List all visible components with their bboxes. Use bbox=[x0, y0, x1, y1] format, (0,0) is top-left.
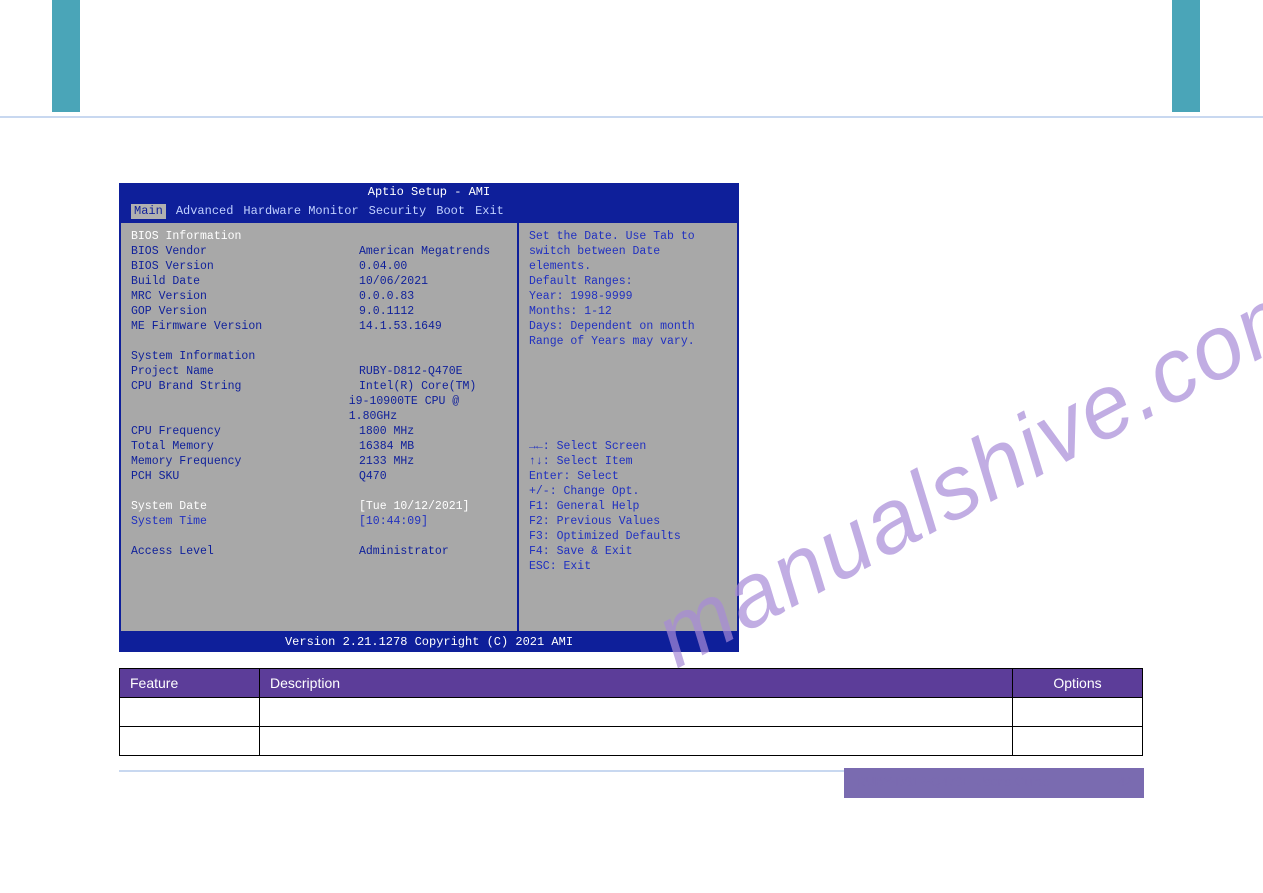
table-row: System Time Set the Time. Use Tab to swi… bbox=[120, 727, 1143, 756]
bios-value: 16384 MB bbox=[359, 439, 414, 454]
bios-value: 0.04.00 bbox=[359, 259, 407, 274]
bios-system-time-label[interactable]: System Time bbox=[131, 514, 359, 529]
bios-help-line: switch between Date elements. bbox=[529, 244, 727, 274]
col-options: Options bbox=[1013, 669, 1143, 698]
footer-copyright: Copyright © Portwell 2021 bbox=[119, 778, 270, 793]
bios-help-line: Default Ranges: bbox=[529, 274, 727, 289]
bios-help-line: Year: 1998-9999 bbox=[529, 289, 727, 304]
bios-tab-exit[interactable]: Exit bbox=[475, 204, 504, 219]
bios-label: Total Memory bbox=[131, 439, 359, 454]
header-tab-right bbox=[1172, 0, 1200, 112]
cell-opt bbox=[1013, 727, 1143, 756]
cell-desc: Set the Time. Use Tab to switch between … bbox=[260, 727, 1013, 756]
bios-value: Intel(R) Core(TM) bbox=[359, 379, 476, 394]
bios-help-line: Range of Years may vary. bbox=[529, 334, 727, 349]
bios-left-pane: BIOS Information BIOS VendorAmerican Meg… bbox=[119, 221, 519, 633]
bios-label: GOP Version bbox=[131, 304, 359, 319]
bios-system-time-value[interactable]: [10:44:09] bbox=[359, 514, 428, 529]
footer-guide-text: RUBY-D812-Q470E User's Guide bbox=[856, 774, 1049, 789]
bios-label: PCH SKU bbox=[131, 469, 359, 484]
bios-key-hint: F1: General Help bbox=[529, 499, 727, 514]
bios-value: 9.0.1112 bbox=[359, 304, 414, 319]
bios-value: 0.0.0.83 bbox=[359, 289, 414, 304]
bios-body: BIOS Information BIOS VendorAmerican Meg… bbox=[119, 221, 739, 633]
bios-menubar: Main Advanced Hardware Monitor Security … bbox=[119, 202, 739, 221]
bios-label: CPU Brand String bbox=[131, 379, 359, 394]
bios-access-value: Administrator bbox=[359, 544, 449, 559]
section-title: 3.4 Main bbox=[119, 150, 206, 176]
bios-key-hint: Enter: Select bbox=[529, 469, 727, 484]
bios-key-hint: ESC: Exit bbox=[529, 559, 727, 574]
bios-label: Memory Frequency bbox=[131, 454, 359, 469]
bios-system-date-label[interactable]: System Date bbox=[131, 499, 359, 514]
footer-guide-block: RUBY-D812-Q470E User's Guide 42 bbox=[844, 768, 1144, 798]
bios-label: Project Name bbox=[131, 364, 359, 379]
bios-tab-security[interactable]: Security bbox=[369, 204, 427, 219]
bios-heading-info: BIOS Information bbox=[131, 229, 507, 244]
bios-value: Q470 bbox=[359, 469, 387, 484]
bios-help-line: Months: 1-12 bbox=[529, 304, 727, 319]
col-feature: Feature bbox=[120, 669, 260, 698]
bios-heading-sys: System Information bbox=[131, 349, 359, 364]
cell-desc: Set the Date. Use Tab to switch between … bbox=[260, 698, 1013, 727]
bios-key-hint: F4: Save & Exit bbox=[529, 544, 727, 559]
bios-label bbox=[131, 394, 349, 424]
bios-tab-main[interactable]: Main bbox=[131, 204, 166, 219]
col-description: Description bbox=[260, 669, 1013, 698]
bios-tab-boot[interactable]: Boot bbox=[436, 204, 465, 219]
table-row: System Date Set the Date. Use Tab to swi… bbox=[120, 698, 1143, 727]
cell-feature: System Date bbox=[120, 698, 260, 727]
bios-key-hint: F2: Previous Values bbox=[529, 514, 727, 529]
bios-value: 14.1.53.1649 bbox=[359, 319, 442, 334]
bios-help-line: Set the Date. Use Tab to bbox=[529, 229, 727, 244]
bios-value: RUBY-D812-Q470E bbox=[359, 364, 463, 379]
header-rule bbox=[0, 116, 1263, 118]
bios-access-label: Access Level bbox=[131, 544, 359, 559]
bios-value: 2133 MHz bbox=[359, 454, 414, 469]
bios-key-hint: →←: Select Screen bbox=[529, 439, 727, 454]
table-header-row: Feature Description Options bbox=[120, 669, 1143, 698]
bios-value: 1800 MHz bbox=[359, 424, 414, 439]
bios-value: i9-10900TE CPU @ 1.80GHz bbox=[349, 394, 507, 424]
bios-footer: Version 2.21.1278 Copyright (C) 2021 AMI bbox=[119, 633, 739, 652]
bios-label: MRC Version bbox=[131, 289, 359, 304]
bios-tab-hardware-monitor[interactable]: Hardware Monitor bbox=[243, 204, 358, 219]
bios-label: Build Date bbox=[131, 274, 359, 289]
bios-label: BIOS Vendor bbox=[131, 244, 359, 259]
cell-opt bbox=[1013, 698, 1143, 727]
bios-title: Aptio Setup - AMI bbox=[119, 183, 739, 202]
bios-system-date-value[interactable]: [Tue 10/12/2021] bbox=[359, 499, 469, 514]
bios-right-pane: Set the Date. Use Tab to switch between … bbox=[519, 221, 739, 633]
bios-value: 10/06/2021 bbox=[359, 274, 428, 289]
bios-key-hint: +/-: Change Opt. bbox=[529, 484, 727, 499]
bios-value: American Megatrends bbox=[359, 244, 490, 259]
bios-tab-advanced[interactable]: Advanced bbox=[176, 204, 234, 219]
bios-label: ME Firmware Version bbox=[131, 319, 359, 334]
footer-page-number: 42 bbox=[1118, 774, 1132, 789]
options-table: Feature Description Options System Date … bbox=[119, 668, 1143, 756]
bios-label: CPU Frequency bbox=[131, 424, 359, 439]
cell-feature: System Time bbox=[120, 727, 260, 756]
bios-key-hint: ↑↓: Select Item bbox=[529, 454, 727, 469]
bios-screenshot: Aptio Setup - AMI Main Advanced Hardware… bbox=[119, 183, 739, 650]
bios-label: BIOS Version bbox=[131, 259, 359, 274]
bios-key-hint: F3: Optimized Defaults bbox=[529, 529, 727, 544]
bios-help-line: Days: Dependent on month bbox=[529, 319, 727, 334]
header-tab-left bbox=[52, 0, 80, 112]
